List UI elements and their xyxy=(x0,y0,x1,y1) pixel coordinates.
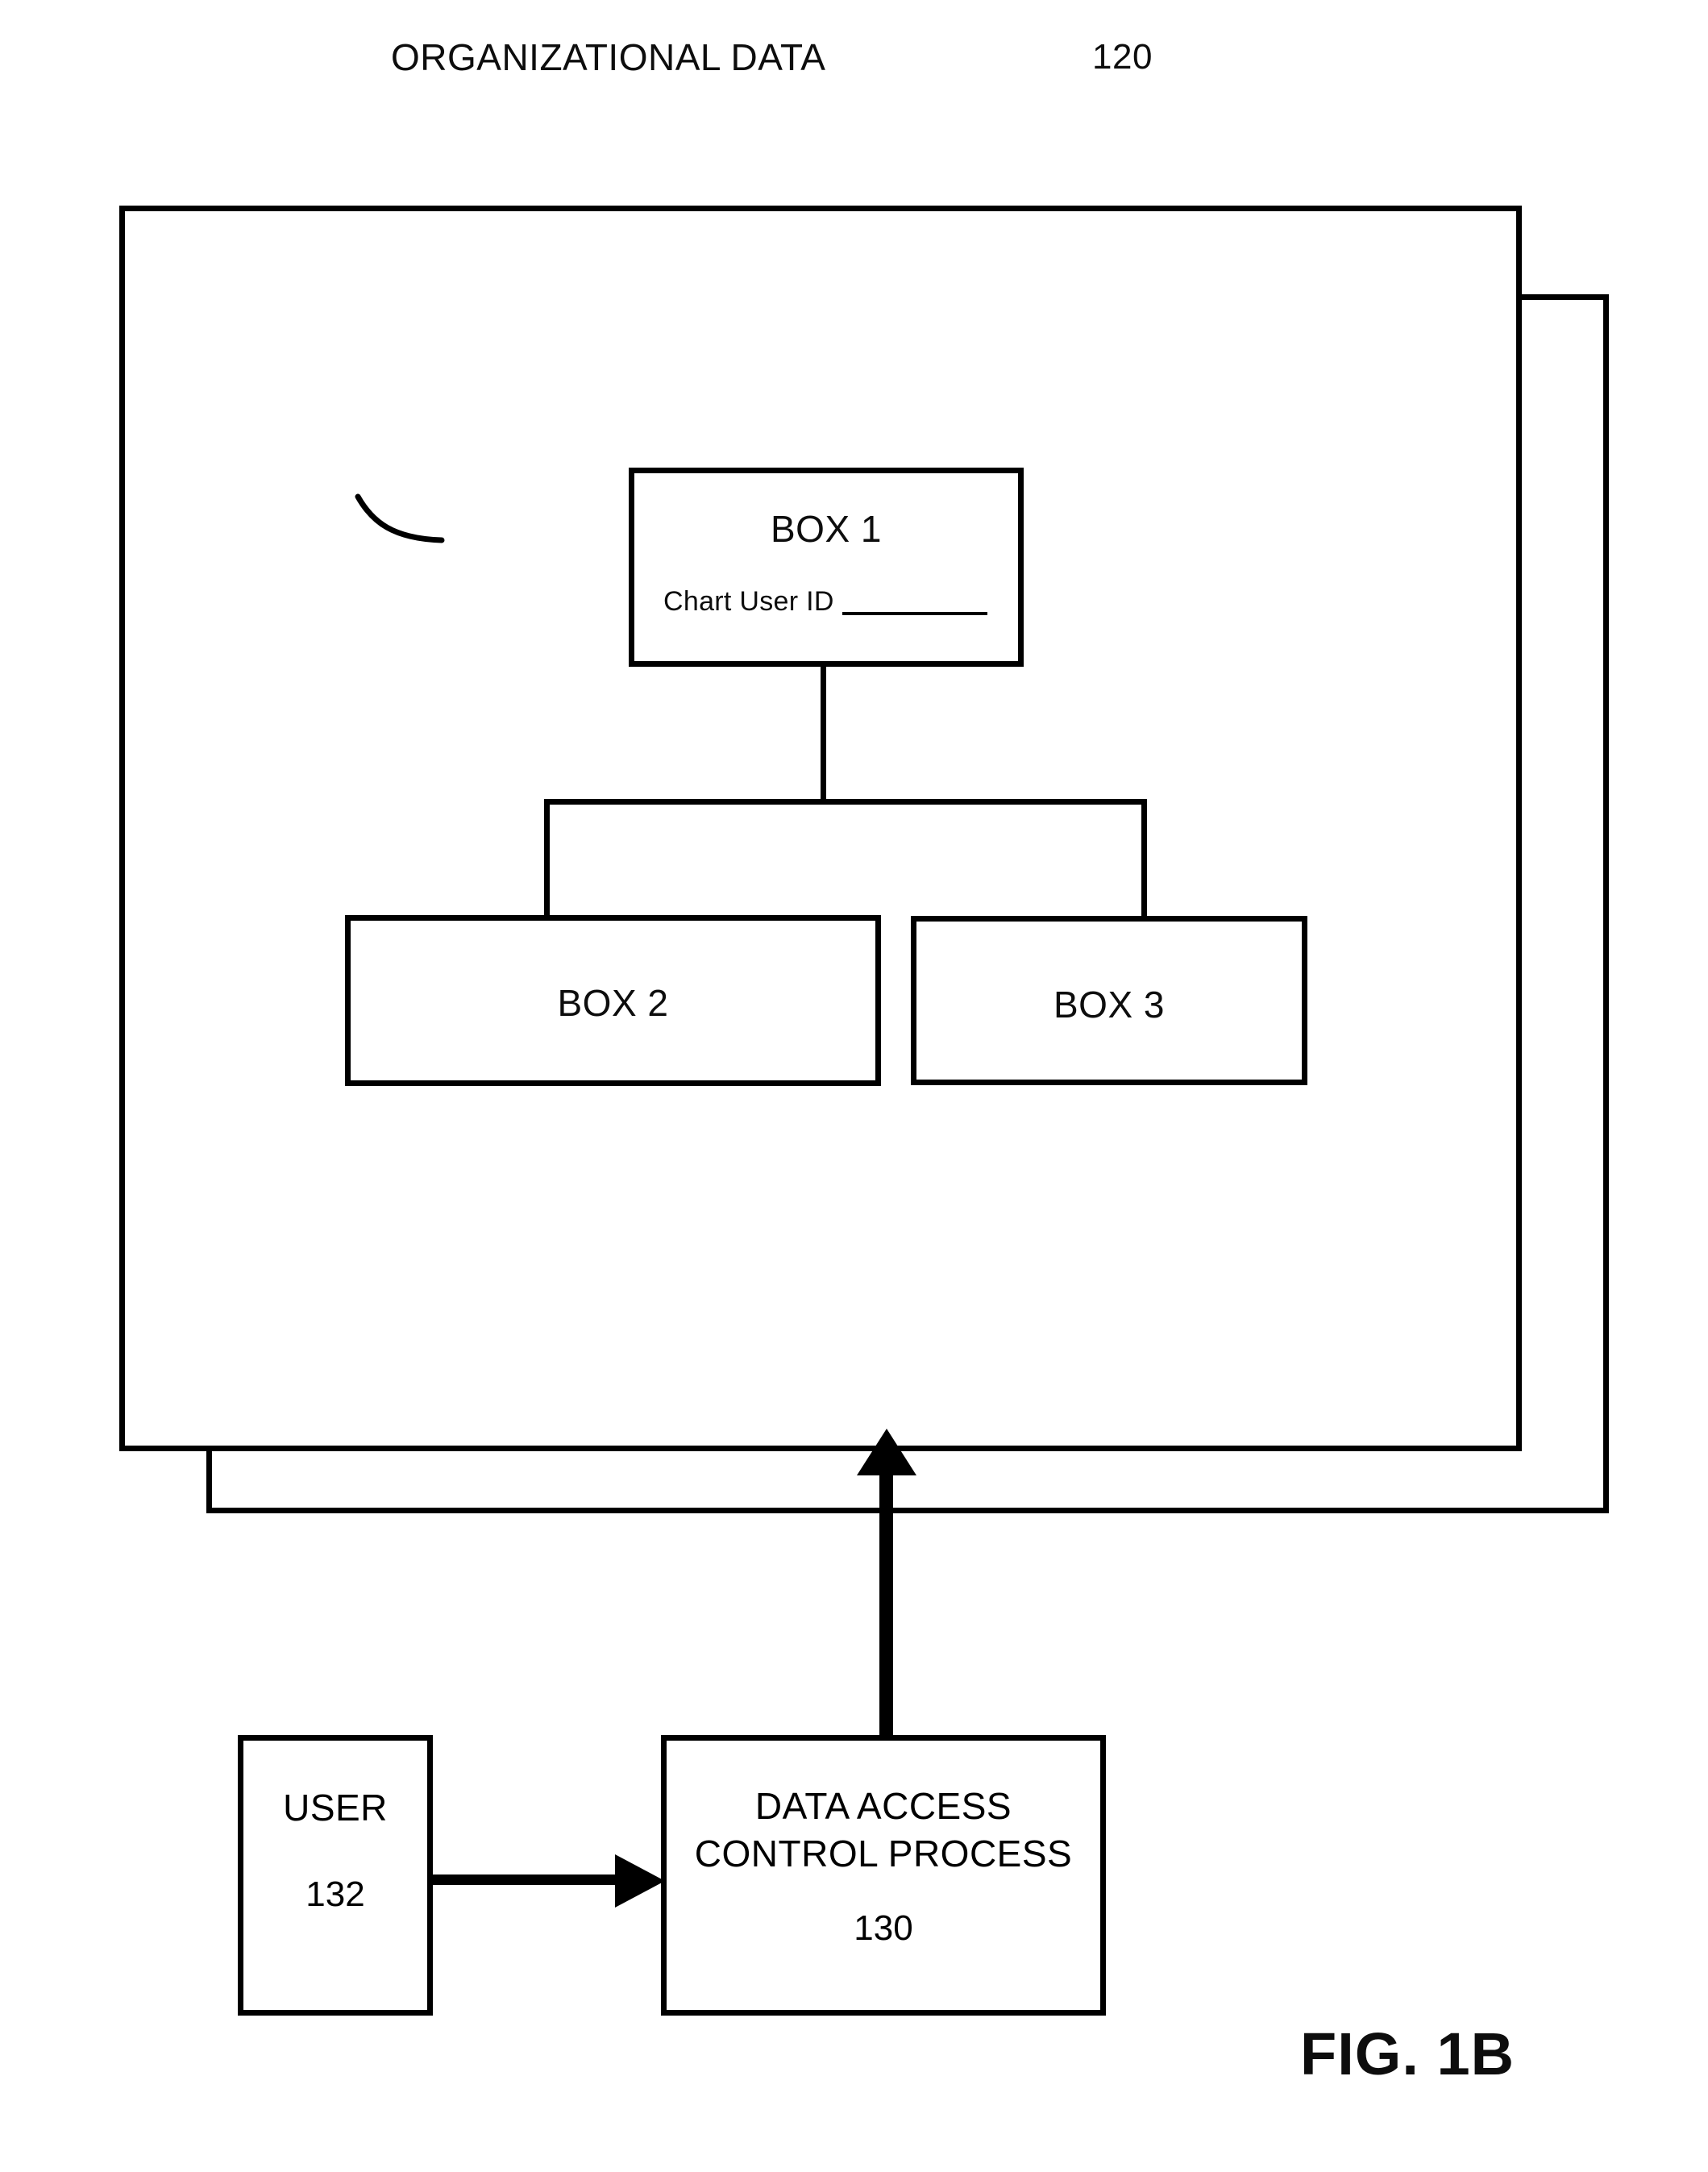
org-node-box3: BOX 3 xyxy=(911,916,1307,1085)
chart-user-id-label: Chart User ID xyxy=(663,586,834,617)
reference-numeral-130: 130 xyxy=(854,1908,913,1948)
connector-horizontal-bus xyxy=(544,799,1147,805)
org-node-box1: BOX 1 Chart User ID xyxy=(629,468,1024,667)
user-box: USER 132 xyxy=(238,1735,433,2016)
chart-user-id-field[interactable]: Chart User ID xyxy=(663,588,987,615)
figure-title: ORGANIZATIONAL DATA xyxy=(391,36,826,78)
leader-line-icon xyxy=(355,493,445,543)
patent-figure: ORGANIZATIONAL DATA 120 DOMAIN 1 122 124… xyxy=(0,0,1708,2172)
arrow-head-right-icon xyxy=(615,1854,665,1908)
domain-panel-front xyxy=(119,206,1522,1451)
reference-numeral-132: 132 xyxy=(305,1874,365,1914)
connector-bus-to-box2 xyxy=(544,799,550,918)
org-node-box1-label: BOX 1 xyxy=(770,508,882,550)
org-node-box2-label: BOX 2 xyxy=(557,982,669,1024)
data-access-control-process-label: DATA ACCESS CONTROL PROCESS xyxy=(694,1785,1073,1874)
connector-box1-to-bus xyxy=(821,667,826,804)
arrow-shaft-process-to-domain xyxy=(879,1467,893,1737)
figure-caption: FIG. 1B xyxy=(1300,2020,1515,2087)
arrow-head-up-icon xyxy=(857,1429,916,1475)
reference-numeral-120: 120 xyxy=(1092,37,1153,77)
chart-user-id-input[interactable] xyxy=(842,591,987,615)
connector-bus-to-box3 xyxy=(1141,799,1147,918)
org-node-box3-label: BOX 3 xyxy=(1053,984,1165,1026)
org-node-box2: BOX 2 xyxy=(345,915,881,1086)
user-box-label: USER xyxy=(283,1787,388,1829)
arrow-shaft-user-to-process xyxy=(433,1874,618,1885)
data-access-control-process-box: DATA ACCESS CONTROL PROCESS 130 xyxy=(661,1735,1106,2016)
